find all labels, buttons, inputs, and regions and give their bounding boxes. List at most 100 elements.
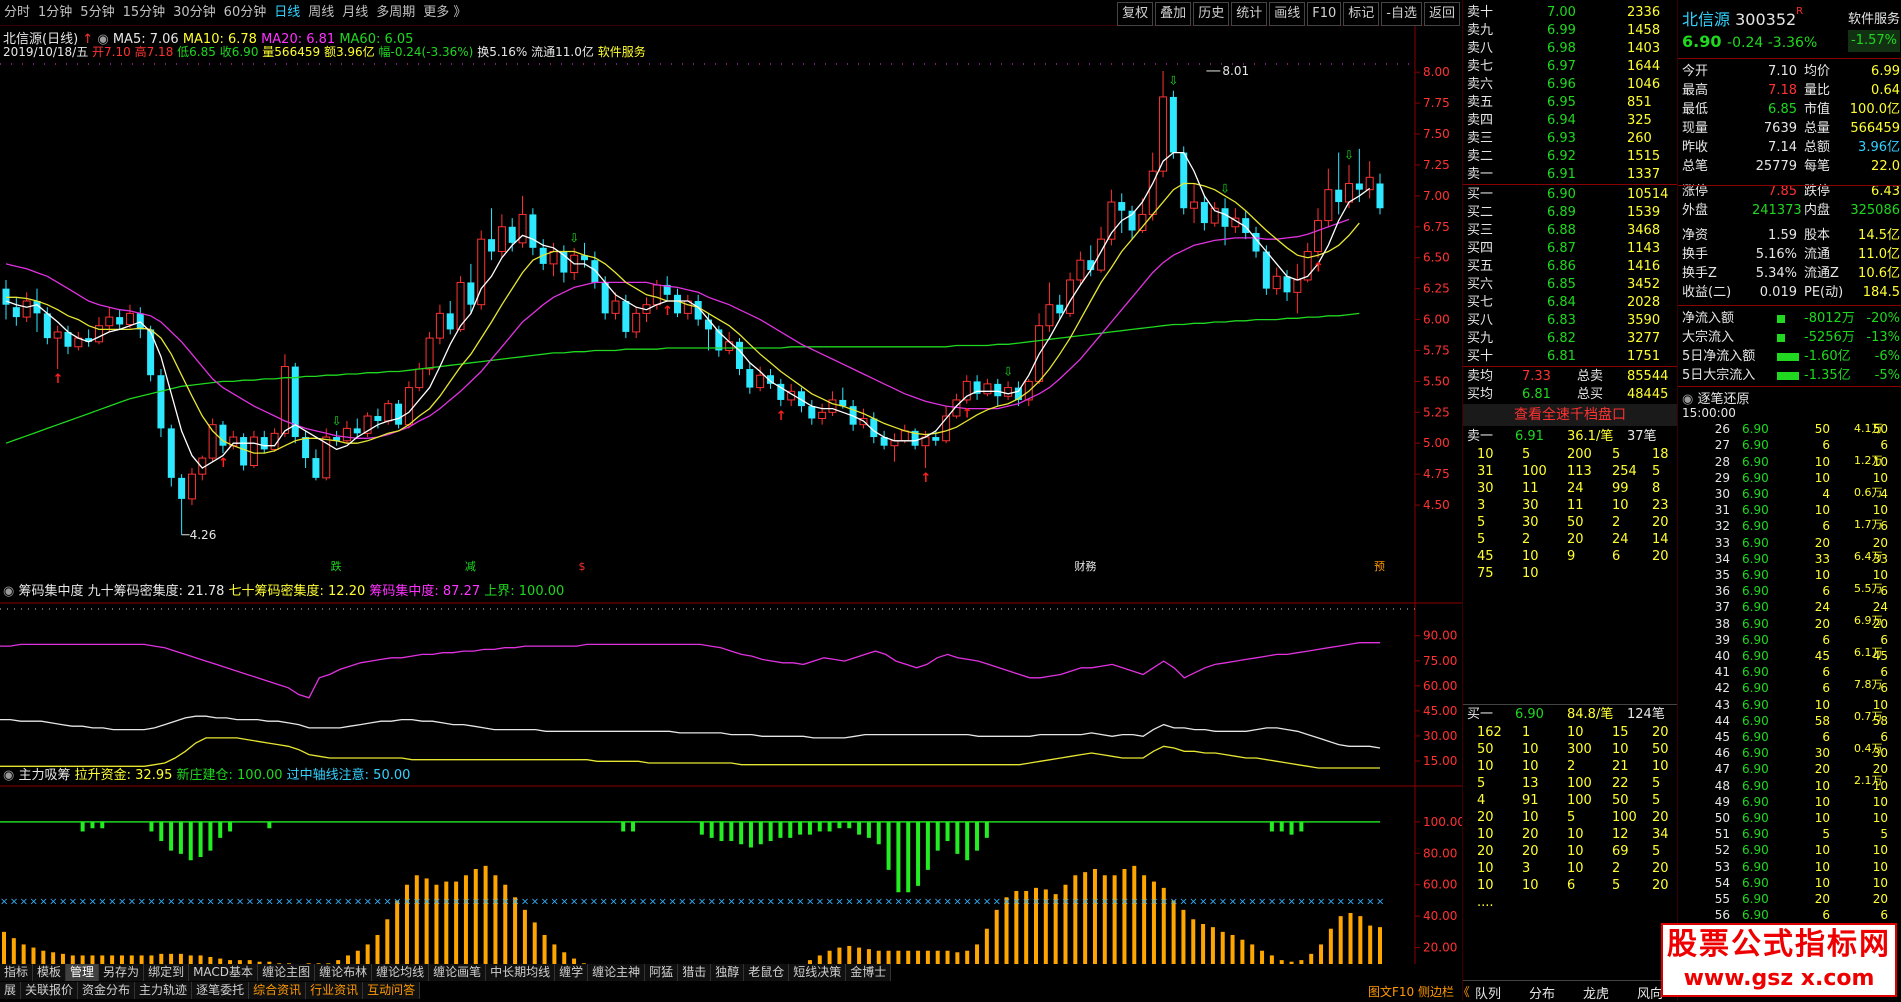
indicator-tab-10[interactable]: 中长期均线 (486, 964, 556, 981)
sell-level-9: 卖九 6.99 1458 (1467, 22, 1673, 40)
tool-button-3[interactable]: 统计 (1231, 2, 1268, 26)
indicator-tab-11[interactable]: 缠学 (555, 964, 589, 981)
period-tab-6[interactable]: 日线 (270, 0, 304, 25)
buy1-queue-row-cell: 10 (1477, 827, 1494, 842)
period-tab-9[interactable]: 多周期 (372, 0, 419, 25)
tick-price: 6.90 (1742, 698, 1769, 712)
period-tab-1[interactable]: 1分钟 (34, 0, 76, 25)
info-tab-1[interactable]: 关联报价 (21, 982, 79, 999)
indicator-tab-3[interactable]: 另存为 (99, 964, 145, 981)
tick-price: 6.90 (1742, 827, 1769, 841)
indicator-tab-18[interactable]: 金博士 (846, 964, 892, 981)
info-tab-5[interactable]: 综合资讯 (249, 982, 307, 999)
buy1-queue-header-cell: 124笔 (1627, 707, 1665, 722)
sector-name: 软件服务 (1848, 12, 1901, 27)
tool-button-0[interactable]: 复权 (1117, 2, 1154, 26)
indicator-tab-6[interactable]: 缠论主图 (258, 964, 316, 981)
buy1-queue-row-cell: 1 (1522, 725, 1531, 740)
candle-body (900, 430, 909, 442)
sell1-queue-row: 45 10 9 6 20 (1467, 548, 1673, 566)
tool-button-7[interactable]: -自选 (1381, 2, 1422, 26)
period-tab-4[interactable]: 30分钟 (169, 0, 220, 25)
tool-button-2[interactable]: 历史 (1193, 2, 1230, 26)
midline-cross: × (39, 896, 47, 907)
info-tab-2[interactable]: 资金分布 (78, 982, 136, 999)
fund-bar (857, 947, 862, 964)
midline-cross: × (767, 896, 775, 907)
midline-cross: × (354, 896, 362, 907)
absorb-bar (1279, 821, 1284, 832)
indicator-tab-9[interactable]: 缠论画笔 (429, 964, 487, 981)
indicator-tab-13[interactable]: 阿猛 (645, 964, 679, 981)
tick-vol: 50 (1814, 422, 1830, 436)
info-tab-7[interactable]: 互动问答 (363, 982, 421, 999)
tool-button-5[interactable]: F10 (1307, 2, 1342, 26)
kline-chart-area[interactable]: 8.00 7.75 7.50 7.25 7.00 6.75 6.50 6.25 6.00 5.75… (0, 26, 1462, 964)
side-panel-toggle[interactable]: 图文F10 侧边栏 《 (1368, 983, 1470, 1000)
indicator-tab-1[interactable]: 模板 (33, 964, 67, 981)
period-tab-5[interactable]: 60分钟 (220, 0, 271, 25)
sell-level-6-cell: 1046 (1627, 77, 1661, 92)
indicator-tab-16[interactable]: 老鼠仓 (744, 964, 790, 981)
period-tab-0[interactable]: 分时 (0, 0, 34, 25)
indicator-tab-7[interactable]: 缠论布林 (315, 964, 373, 981)
period-tab-7[interactable]: 周线 (304, 0, 338, 25)
midline-cross: × (511, 896, 519, 907)
info-tab-6[interactable]: 行业资讯 (306, 982, 364, 999)
y-tick-label: 6.25 (1423, 282, 1450, 296)
midline-cross: × (1120, 896, 1128, 907)
view-all-depth-button[interactable]: 查看全速千档盘口 (1463, 404, 1677, 426)
tick-vol2: 10 (1872, 811, 1888, 825)
info-tab-4[interactable]: 逐笔委托 (192, 982, 250, 999)
buy1-queue-row-cell: 10 (1567, 861, 1584, 876)
sell-level-2: 卖二 6.92 1515 (1467, 148, 1673, 166)
fund-bar (365, 944, 370, 964)
buy-level-6-cell: 买六 (1467, 277, 1494, 292)
sell-arrow-icon: ⇩ (1168, 74, 1178, 88)
buy1-queue-row-cell: 12 (1612, 827, 1629, 842)
indicator-tab-14[interactable]: 猎击 (678, 964, 712, 981)
period-tab-3[interactable]: 15分钟 (119, 0, 170, 25)
fund-bar (2, 931, 6, 964)
indicator-tab-17[interactable]: 短线决策 (789, 964, 847, 981)
fund-bar (1083, 872, 1088, 964)
info-tab-3[interactable]: 主力轨迹 (135, 982, 193, 999)
tick-vol: 33 (1814, 552, 1830, 566)
y-tick-label: 40.00 (1423, 909, 1457, 923)
buy-level-7-cell: 6.84 (1547, 295, 1576, 310)
info-low: 低6.85 (177, 45, 216, 59)
sell-level-6-cell: 6.96 (1547, 77, 1576, 92)
midline-cross: × (609, 896, 617, 907)
indicator-tab-15[interactable]: 独醇 (711, 964, 745, 981)
midline-cross: × (757, 896, 765, 907)
indicator-tab-0[interactable]: 指标 (0, 964, 34, 981)
indicator-tab-4[interactable]: 绑定到 (144, 964, 190, 981)
tool-button-8[interactable]: 返回 (1423, 2, 1460, 26)
indicator-tab-2[interactable]: 管理 (66, 964, 100, 981)
period-tab-8[interactable]: 月线 (338, 0, 372, 25)
tick-time: 42 (1714, 681, 1730, 695)
buy1-queue-row-cell: 10 (1477, 759, 1494, 774)
info-tab-0[interactable]: 展 (0, 982, 22, 999)
midline-cross: × (550, 896, 558, 907)
indicator1-line4: 上界: 100.00 (484, 584, 565, 599)
buy-level-8: 买八 6.83 3590 (1467, 312, 1673, 330)
period-tab-10[interactable]: 更多 》 (419, 0, 470, 25)
fund-bar (886, 950, 891, 964)
tool-button-1[interactable]: 叠加 (1155, 2, 1192, 26)
indicator-tab-12[interactable]: 缠论主神 (588, 964, 646, 981)
period-tab-2[interactable]: 5分钟 (76, 0, 118, 25)
fund-bar (1151, 881, 1156, 964)
buy1-queue-row-cell: 91 (1522, 793, 1539, 808)
fund-bar (355, 950, 360, 964)
buy1-queue-row-cell: 20 (1652, 878, 1669, 893)
midline-cross: × (1012, 896, 1020, 907)
tick-vol: 10 (1814, 455, 1830, 469)
low-annotation: 4.26 (190, 528, 217, 542)
tick-time: 47 (1714, 762, 1730, 776)
sell1-queue-row-cell: 75 (1477, 566, 1494, 581)
indicator-tab-8[interactable]: 缠论均线 (372, 964, 430, 981)
tool-button-4[interactable]: 画线 (1269, 2, 1306, 26)
tool-button-6[interactable]: 标记 (1343, 2, 1380, 26)
indicator-tab-5[interactable]: MACD基本 (189, 964, 259, 981)
